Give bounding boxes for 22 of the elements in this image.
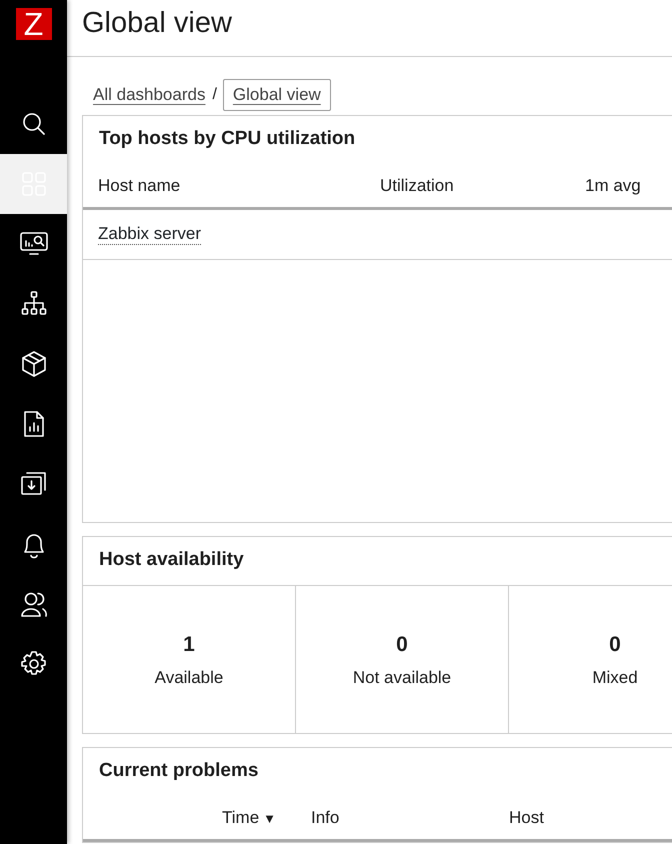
widget-title: Host availability bbox=[98, 548, 245, 572]
logo[interactable]: Z bbox=[16, 8, 52, 40]
widget-title: Top hosts by CPU utilization bbox=[98, 127, 356, 151]
host-link[interactable]: Zabbix server bbox=[98, 224, 201, 245]
breadcrumb-separator: / bbox=[212, 85, 217, 105]
widget-title: Current problems bbox=[98, 759, 260, 783]
availability-label: Available bbox=[154, 666, 224, 688]
availability-count: 0 bbox=[396, 632, 408, 658]
availability-count: 0 bbox=[609, 632, 621, 658]
breadcrumb-link[interactable]: Global view bbox=[222, 79, 331, 111]
page-title: Global view bbox=[82, 6, 233, 41]
breadcrumb-link[interactable]: All dashboards bbox=[92, 79, 206, 111]
column-header: Info bbox=[311, 806, 340, 829]
column-header: Host bbox=[509, 806, 544, 829]
column-header: Utilization bbox=[380, 174, 454, 197]
availability-count: 1 bbox=[183, 632, 195, 658]
availability-label: Mixed bbox=[592, 666, 638, 688]
sort-icon: ▼ bbox=[263, 810, 276, 826]
column-header[interactable]: Time bbox=[222, 808, 260, 827]
availability-label: Not available bbox=[352, 666, 452, 688]
column-header: 1m avg bbox=[585, 174, 641, 197]
column-header: Host name bbox=[98, 174, 180, 197]
